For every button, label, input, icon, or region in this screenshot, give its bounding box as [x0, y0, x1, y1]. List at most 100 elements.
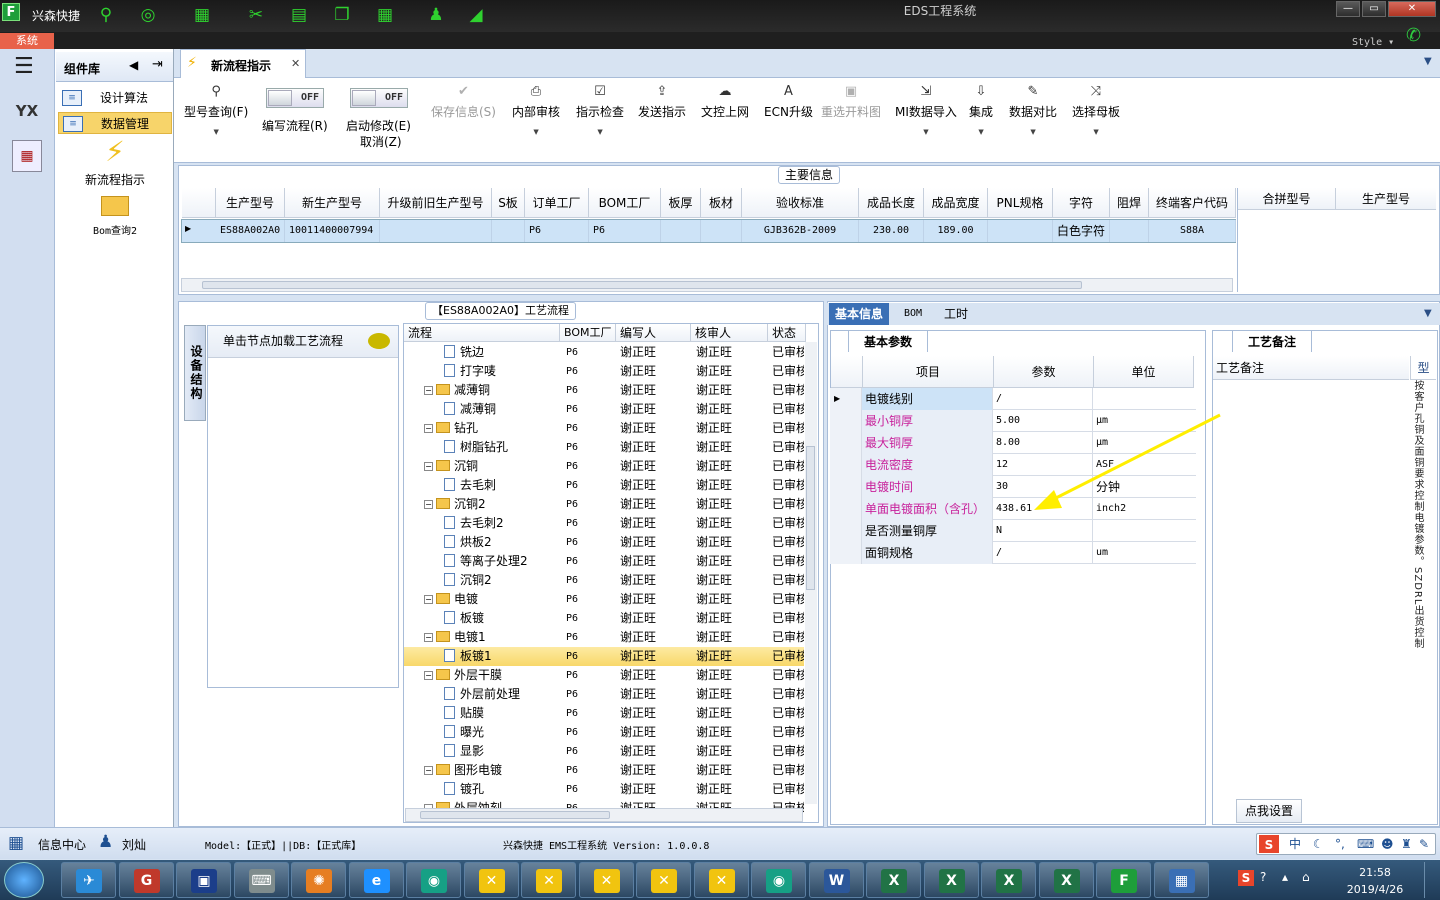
chart-icon[interactable]: ◢	[464, 4, 488, 26]
column-header[interactable]: 板厚	[661, 188, 701, 218]
collapse-toggle-icon[interactable]: −	[424, 671, 433, 680]
tree-node[interactable]: 板镀	[444, 609, 560, 628]
save-app-button[interactable]: ▣	[176, 862, 231, 898]
collapse-left-icon[interactable]: ◀	[129, 58, 138, 72]
doc-control-upload-button[interactable]: ☁ 文控上网	[701, 82, 749, 120]
excel-button[interactable]: X	[1038, 862, 1094, 898]
column-header[interactable]: 参数	[994, 356, 1094, 388]
tree-node[interactable]: 板镀1	[444, 647, 560, 666]
tree-node[interactable]: − 外层干膜	[424, 666, 560, 685]
tree-row[interactable]: 树脂钻孔 P6 谢正旺 谢正旺 已审核	[404, 438, 804, 457]
notes-column-header[interactable]: 工艺备注	[1213, 356, 1409, 380]
scroll-thumb[interactable]	[806, 446, 815, 590]
tree-node[interactable]: 铣边	[444, 343, 560, 362]
column-header[interactable]: 合拼型号	[1238, 188, 1336, 210]
keyboard-app-button[interactable]: ⌨	[233, 862, 289, 898]
tree-row[interactable]: 板镀 P6 谢正旺 谢正旺 已审核	[404, 609, 804, 628]
tree-row[interactable]: − 沉铜2 P6 谢正旺 谢正旺 已审核	[404, 495, 804, 514]
column-header[interactable]: 终端客户代码	[1149, 188, 1236, 218]
column-header[interactable]: 成品宽度	[924, 188, 988, 218]
tree-row[interactable]: 减薄铜 P6 谢正旺 谢正旺 已审核	[404, 400, 804, 419]
info-center-label[interactable]: 信息中心	[38, 836, 86, 853]
collapse-toggle-icon[interactable]: −	[424, 462, 433, 471]
tree-hscrollbar[interactable]	[405, 808, 803, 822]
tab-new-process[interactable]: ⚡ 新流程指示 ✕	[180, 49, 306, 78]
column-header[interactable]: 单位	[1094, 356, 1194, 388]
grid-icon[interactable]: ▦	[373, 4, 397, 26]
collapse-toggle-icon[interactable]: −	[424, 500, 433, 509]
tree-row[interactable]: 铣边 P6 谢正旺 谢正旺 已审核	[404, 343, 804, 362]
collapse-toggle-icon[interactable]: −	[424, 595, 433, 604]
tree-node[interactable]: 外层前处理	[444, 685, 560, 704]
tree-node[interactable]: 曝光	[444, 723, 560, 742]
tree-row[interactable]: 沉铜2 P6 谢正旺 谢正旺 已审核	[404, 571, 804, 590]
tab-list-dropdown-icon[interactable]: ▼	[1424, 56, 1432, 67]
new-process-tool[interactable]: ⚡ 新流程指示	[70, 137, 160, 188]
collapse-toggle-icon[interactable]: −	[424, 386, 433, 395]
system-menu-tab[interactable]: 系统	[0, 33, 54, 49]
phone-icon[interactable]: ✆	[1406, 25, 1421, 46]
tree-node[interactable]: 去毛刺2	[444, 514, 560, 533]
row-selector[interactable]	[830, 476, 862, 498]
excel-window-button[interactable]: ✕	[463, 862, 519, 898]
tree-node[interactable]: 等离子处理2	[444, 552, 560, 571]
tree-node[interactable]: 去毛刺	[444, 476, 560, 495]
dropdown-caret-icon[interactable]: ▼	[184, 128, 248, 136]
column-header[interactable]: BOM工厂	[560, 324, 616, 342]
row-selector[interactable]	[830, 542, 862, 564]
column-header[interactable]: 字符	[1053, 188, 1110, 218]
column-header[interactable]: PNL规格	[988, 188, 1053, 218]
tray-clock[interactable]: 21:58 2019/4/26	[1345, 864, 1405, 898]
tree-row[interactable]: − 电镀1 P6 谢正旺 谢正旺 已审核	[404, 628, 804, 647]
tree-row[interactable]: 去毛刺2 P6 谢正旺 谢正旺 已审核	[404, 514, 804, 533]
column-header[interactable]: 新生产型号	[285, 188, 380, 218]
data-compare-button[interactable]: ✎ 数据对比 ▼	[1009, 82, 1057, 136]
param-value[interactable]: N	[993, 520, 1093, 542]
tree-node[interactable]: − 沉铜2	[424, 495, 560, 514]
yx-factory-icon[interactable]: YX	[10, 95, 44, 127]
model-query-button[interactable]: ⚲ 型号查询(F) ▼	[184, 82, 248, 136]
tree-node[interactable]: 烘板2	[444, 533, 560, 552]
tab-work-hours[interactable]: 工时	[938, 303, 974, 325]
column-header[interactable]: 状态	[768, 324, 806, 342]
row-selector[interactable]: ▶	[830, 388, 862, 410]
tree-row[interactable]: 去毛刺 P6 谢正旺 谢正旺 已审核	[404, 476, 804, 495]
tab-basic-params[interactable]: 基本参数	[848, 330, 928, 352]
collapse-toggle-icon[interactable]: −	[424, 766, 433, 775]
column-header[interactable]: 生产型号	[1336, 188, 1436, 210]
column-header[interactable]: 验收标准	[742, 188, 859, 218]
column-header[interactable]: 板材	[701, 188, 742, 218]
dropdown-caret-icon[interactable]: ▼	[969, 128, 993, 136]
tree-node[interactable]: 减薄铜	[444, 400, 560, 419]
internal-review-button[interactable]: ⎙ 内部审核 ▼	[512, 82, 560, 136]
row-selector[interactable]	[830, 432, 862, 454]
excel-window-button[interactable]: ✕	[521, 862, 576, 898]
column-header[interactable]: 编写人	[616, 324, 691, 342]
fish-app-button[interactable]: ◉	[406, 862, 461, 898]
excel-button[interactable]: X	[923, 862, 979, 898]
tree-node[interactable]: − 沉铜	[424, 457, 560, 476]
scroll-thumb[interactable]	[420, 811, 610, 819]
windows-grid-icon[interactable]: ▦	[8, 833, 24, 853]
tree-row[interactable]: − 沉铜 P6 谢正旺 谢正旺 已审核	[404, 457, 804, 476]
collapse-toggle-icon[interactable]: −	[424, 633, 433, 642]
tree-row[interactable]: 打字唛 P6 谢正旺 谢正旺 已审核	[404, 362, 804, 381]
excel-button[interactable]: X	[981, 862, 1036, 898]
dropdown-caret-icon[interactable]: ▼	[576, 128, 624, 136]
tree-vscrollbar[interactable]	[805, 342, 817, 804]
param-row[interactable]: 面铜规格 / um	[830, 542, 1196, 564]
excel-window-button[interactable]: ✕	[693, 862, 749, 898]
tree-node[interactable]: − 电镀	[424, 590, 560, 609]
search-icon[interactable]: ⚲	[94, 4, 118, 26]
tree-row[interactable]: − 外层干膜 P6 谢正旺 谢正旺 已审核	[404, 666, 804, 685]
style-selector[interactable]: Style ▾	[1352, 37, 1394, 48]
tree-row[interactable]: − 钻孔 P6 谢正旺 谢正旺 已审核	[404, 419, 804, 438]
collapse-toggle-icon[interactable]: −	[424, 424, 433, 433]
ecn-upgrade-button[interactable]: A ECN升级	[764, 82, 813, 120]
reselect-cutting-chart-button[interactable]: ▣ 重选开料图	[821, 82, 881, 120]
tree-row[interactable]: 曝光 P6 谢正旺 谢正旺 已审核	[404, 723, 804, 742]
tab-equipment-structure[interactable]: 设备结构	[184, 325, 206, 421]
notes-column-header[interactable]: 型	[1410, 356, 1436, 380]
excel-window-button[interactable]: ✕	[636, 862, 691, 898]
tree-row[interactable]: 贴膜 P6 谢正旺 谢正旺 已审核	[404, 704, 804, 723]
